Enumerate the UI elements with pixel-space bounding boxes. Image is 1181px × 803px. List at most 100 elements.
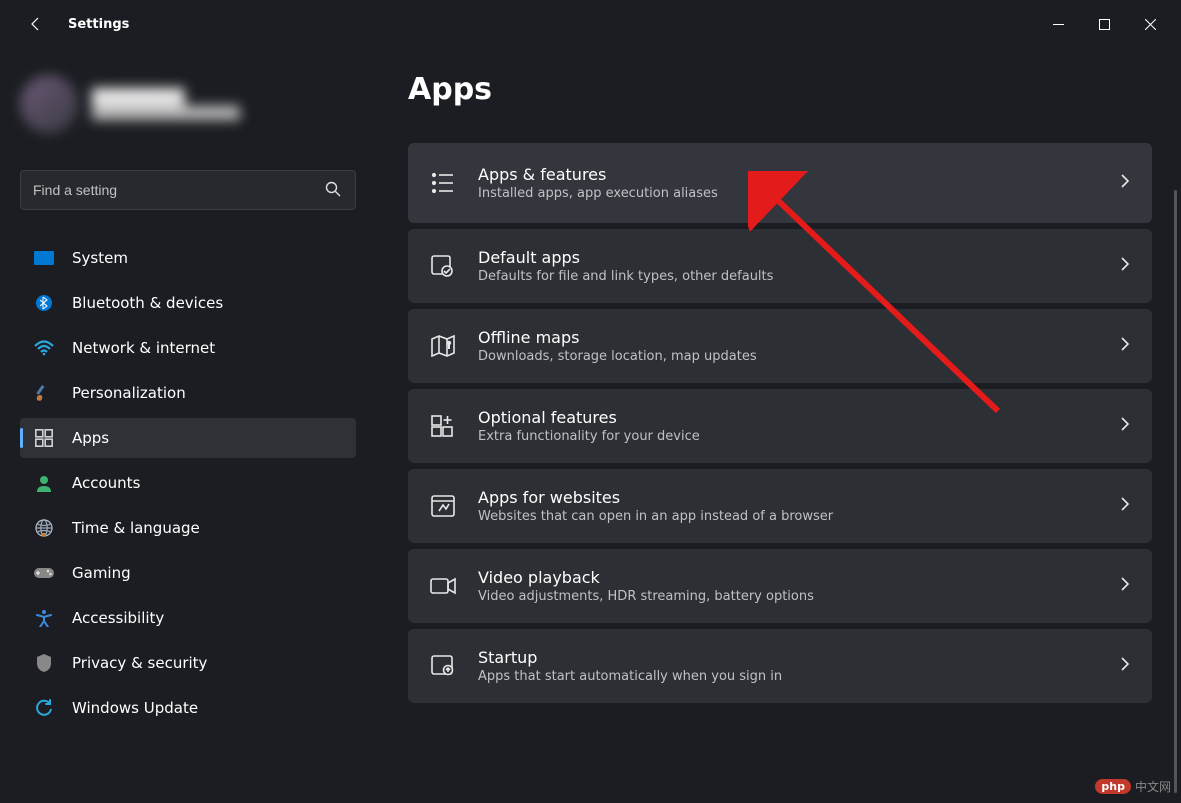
card-subtitle: Defaults for file and link types, other …	[478, 269, 1098, 284]
card-text: Apps for websites Websites that can open …	[478, 488, 1098, 524]
gaming-icon	[34, 563, 54, 583]
sidebar-item-label: Bluetooth & devices	[72, 294, 223, 312]
watermark-badge: php	[1095, 779, 1131, 794]
card-subtitle: Websites that can open in an app instead…	[478, 509, 1098, 524]
card-subtitle: Downloads, storage location, map updates	[478, 349, 1098, 364]
brush-icon	[34, 383, 54, 403]
sidebar-item-label: System	[72, 249, 128, 267]
bluetooth-icon	[34, 293, 54, 313]
wifi-icon	[34, 338, 54, 358]
card-title: Apps for websites	[478, 488, 1098, 507]
close-button[interactable]	[1127, 8, 1173, 40]
card-text: Optional features Extra functionality for…	[478, 408, 1098, 444]
search-icon	[324, 180, 342, 202]
card-startup[interactable]: Startup Apps that start automatically whe…	[408, 629, 1152, 703]
watermark: php 中文网	[1095, 778, 1171, 795]
sidebar-item-label: Personalization	[72, 384, 186, 402]
card-text: Default apps Defaults for file and link t…	[478, 248, 1098, 284]
system-icon	[34, 248, 54, 268]
maps-icon	[430, 333, 456, 359]
profile-section[interactable]: ████████ ████████████████	[20, 56, 340, 152]
video-icon	[430, 573, 456, 599]
card-title: Default apps	[478, 248, 1098, 267]
sidebar-item-label: Network & internet	[72, 339, 215, 357]
sidebar-item-system[interactable]: System	[20, 238, 356, 278]
sidebar-item-account[interactable]: Accounts	[20, 463, 356, 503]
sidebar-item-label: Time & language	[72, 519, 200, 537]
sidebar-item-gaming[interactable]: Gaming	[20, 553, 356, 593]
app-title: Settings	[68, 17, 129, 32]
page-title: Apps	[408, 72, 1161, 107]
avatar	[20, 75, 78, 133]
card-title: Startup	[478, 648, 1098, 667]
chevron-right-icon	[1120, 656, 1130, 676]
watermark-text: 中文网	[1135, 778, 1171, 795]
card-subtitle: Apps that start automatically when you s…	[478, 669, 1098, 684]
webapps-icon	[430, 493, 456, 519]
sidebar-nav: System Bluetooth & devices Network & inter…	[20, 238, 356, 728]
card-subtitle: Extra functionality for your device	[478, 429, 1098, 444]
scrollbar[interactable]	[1174, 190, 1177, 793]
sidebar-item-label: Accounts	[72, 474, 140, 492]
arrow-left-icon	[28, 16, 44, 32]
minimize-button[interactable]	[1035, 8, 1081, 40]
sidebar-item-brush[interactable]: Personalization	[20, 373, 356, 413]
sidebar-item-globe[interactable]: Time & language	[20, 508, 356, 548]
sidebar-item-label: Windows Update	[72, 699, 198, 717]
startup-icon	[430, 653, 456, 679]
card-subtitle: Video adjustments, HDR streaming, batter…	[478, 589, 1098, 604]
card-video[interactable]: Video playback Video adjustments, HDR str…	[408, 549, 1152, 623]
update-icon	[34, 698, 54, 718]
apps-icon	[34, 428, 54, 448]
window-controls	[1035, 8, 1173, 40]
card-text: Video playback Video adjustments, HDR str…	[478, 568, 1098, 604]
sidebar-item-label: Accessibility	[72, 609, 164, 627]
accessibility-icon	[34, 608, 54, 628]
sidebar: ████████ ████████████████ System Bluetoot…	[0, 48, 356, 803]
back-button[interactable]	[16, 4, 56, 44]
content: ████████ ████████████████ System Bluetoot…	[0, 48, 1181, 803]
card-maps[interactable]: Offline maps Downloads, storage location,…	[408, 309, 1152, 383]
chevron-right-icon	[1120, 576, 1130, 596]
minimize-icon	[1053, 19, 1064, 30]
card-list[interactable]: Apps & features Installed apps, app execu…	[408, 143, 1152, 223]
titlebar: Settings	[0, 0, 1181, 48]
card-text: Startup Apps that start automatically whe…	[478, 648, 1098, 684]
maximize-icon	[1099, 19, 1110, 30]
card-default[interactable]: Default apps Defaults for file and link t…	[408, 229, 1152, 303]
card-title: Apps & features	[478, 165, 1098, 184]
sidebar-item-accessibility[interactable]: Accessibility	[20, 598, 356, 638]
sidebar-item-wifi[interactable]: Network & internet	[20, 328, 356, 368]
sidebar-item-apps[interactable]: Apps	[20, 418, 356, 458]
card-title: Video playback	[478, 568, 1098, 587]
default-icon	[430, 253, 456, 279]
close-icon	[1145, 19, 1156, 30]
settings-cards: Apps & features Installed apps, app execu…	[408, 143, 1152, 705]
search-field[interactable]	[20, 170, 356, 210]
card-text: Offline maps Downloads, storage location,…	[478, 328, 1098, 364]
main-panel: Apps Apps & features Installed apps, app …	[356, 48, 1181, 803]
sidebar-item-label: Apps	[72, 429, 109, 447]
maximize-button[interactable]	[1081, 8, 1127, 40]
list-icon	[430, 170, 456, 196]
card-text: Apps & features Installed apps, app execu…	[478, 165, 1098, 201]
card-subtitle: Installed apps, app execution aliases	[478, 186, 1098, 201]
card-webapps[interactable]: Apps for websites Websites that can open …	[408, 469, 1152, 543]
sidebar-item-update[interactable]: Windows Update	[20, 688, 356, 728]
card-title: Offline maps	[478, 328, 1098, 347]
globe-icon	[34, 518, 54, 538]
sidebar-item-shield[interactable]: Privacy & security	[20, 643, 356, 683]
search-input[interactable]	[20, 170, 356, 210]
sidebar-item-bluetooth[interactable]: Bluetooth & devices	[20, 283, 356, 323]
sidebar-item-label: Privacy & security	[72, 654, 207, 672]
chevron-right-icon	[1120, 496, 1130, 516]
chevron-right-icon	[1120, 336, 1130, 356]
chevron-right-icon	[1120, 256, 1130, 276]
account-icon	[34, 473, 54, 493]
optional-icon	[430, 413, 456, 439]
card-optional[interactable]: Optional features Extra functionality for…	[408, 389, 1152, 463]
shield-icon	[34, 653, 54, 673]
card-title: Optional features	[478, 408, 1098, 427]
sidebar-item-label: Gaming	[72, 564, 131, 582]
chevron-right-icon	[1120, 173, 1130, 193]
